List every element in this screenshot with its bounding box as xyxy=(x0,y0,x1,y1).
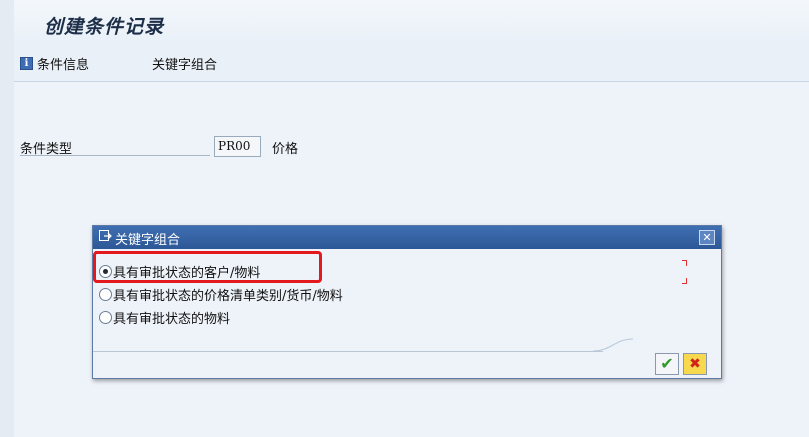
condition-info-button[interactable]: i 条件信息 xyxy=(18,51,91,75)
radio-option-label: 具有审批状态的物料 xyxy=(113,312,231,327)
title-bar: 创建条件记录 xyxy=(14,0,809,44)
dialog-window-icon xyxy=(99,230,112,245)
radio-option-customer-material[interactable]: 具有审批状态的客户/物料 xyxy=(99,260,343,283)
condition-type-description: 价格 xyxy=(272,142,299,157)
condition-info-label: 条件信息 xyxy=(37,57,90,73)
page-title: 创建条件记录 xyxy=(44,16,165,38)
confirm-button[interactable]: ✔ xyxy=(655,353,679,375)
radio-button[interactable] xyxy=(99,311,112,324)
cancel-button[interactable]: ✖ xyxy=(683,353,707,375)
corner-mark xyxy=(95,251,100,257)
radio-option-label: 具有审批状态的客户/物料 xyxy=(113,266,261,281)
info-icon: i xyxy=(20,56,33,70)
corner-mark xyxy=(682,260,687,266)
footer-divider xyxy=(93,351,603,352)
field-underline xyxy=(20,155,210,156)
footer-divider-curve xyxy=(593,338,633,352)
cancel-x-icon: ✖ xyxy=(689,356,701,372)
checkmark-icon: ✔ xyxy=(660,354,674,373)
key-combination-label: 关键字组合 xyxy=(152,57,218,73)
radio-option-material[interactable]: 具有审批状态的物料 xyxy=(99,306,343,329)
radio-option-pricelist-currency-material[interactable]: 具有审批状态的价格清单类别/货币/物料 xyxy=(99,283,343,306)
radio-group: 具有审批状态的客户/物料 具有审批状态的价格清单类别/货币/物料 具有审批状态的… xyxy=(99,260,343,329)
dialog-header: 关键字组合 ✕ xyxy=(93,226,721,249)
key-combination-dialog: 关键字组合 ✕ 具有审批状态的客户/物料 具有审批状态的价格清单类别/货币/物料… xyxy=(92,225,722,379)
left-edge-strip xyxy=(0,0,14,437)
radio-option-label: 具有审批状态的价格清单类别/货币/物料 xyxy=(113,289,343,304)
close-icon: ✕ xyxy=(702,231,712,244)
dialog-title: 关键字组合 xyxy=(115,233,181,248)
radio-button[interactable] xyxy=(99,288,112,301)
radio-button-selected[interactable] xyxy=(99,265,112,278)
condition-type-field[interactable]: PR00 xyxy=(214,136,261,157)
application-toolbar: i 条件信息 关键字组合 xyxy=(14,44,809,82)
close-button[interactable]: ✕ xyxy=(699,230,715,245)
corner-mark xyxy=(682,278,687,284)
key-combination-button[interactable]: 关键字组合 xyxy=(150,51,219,75)
